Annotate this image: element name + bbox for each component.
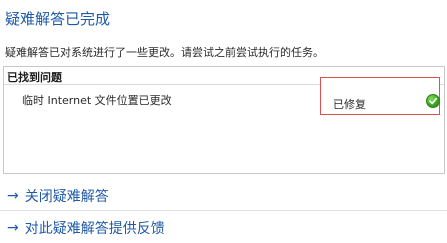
provide-feedback-link[interactable]: → 对此疑难解答提供反馈 (0, 213, 447, 243)
green-check-icon (426, 94, 440, 108)
issues-panel: 已找到问题 临时 Internet 文件位置已更改 已修复 (3, 66, 445, 174)
arrow-right-icon: → (7, 187, 19, 204)
status-label: 已修复 (333, 98, 366, 111)
close-troubleshooter-link[interactable]: → 关闭疑难解答 (0, 181, 447, 211)
page-title: 疑难解答已完成 (5, 10, 111, 28)
status-highlight-box: 已修复 (320, 77, 440, 115)
issue-description: 临时 Internet 文件位置已更改 (22, 94, 172, 107)
issues-found-header: 已找到问题 (7, 71, 62, 84)
troubleshooter-page: 疑难解答已完成 疑难解答已对系统进行了一些更改。请尝试之前尝试执行的任务。 已找… (0, 0, 447, 243)
close-troubleshooter-label: 关闭疑难解答 (24, 188, 109, 205)
page-description: 疑难解答已对系统进行了一些更改。请尝试之前尝试执行的任务。 (5, 46, 324, 59)
arrow-right-icon: → (7, 220, 19, 236)
provide-feedback-label: 对此疑难解答提供反馈 (24, 221, 165, 237)
